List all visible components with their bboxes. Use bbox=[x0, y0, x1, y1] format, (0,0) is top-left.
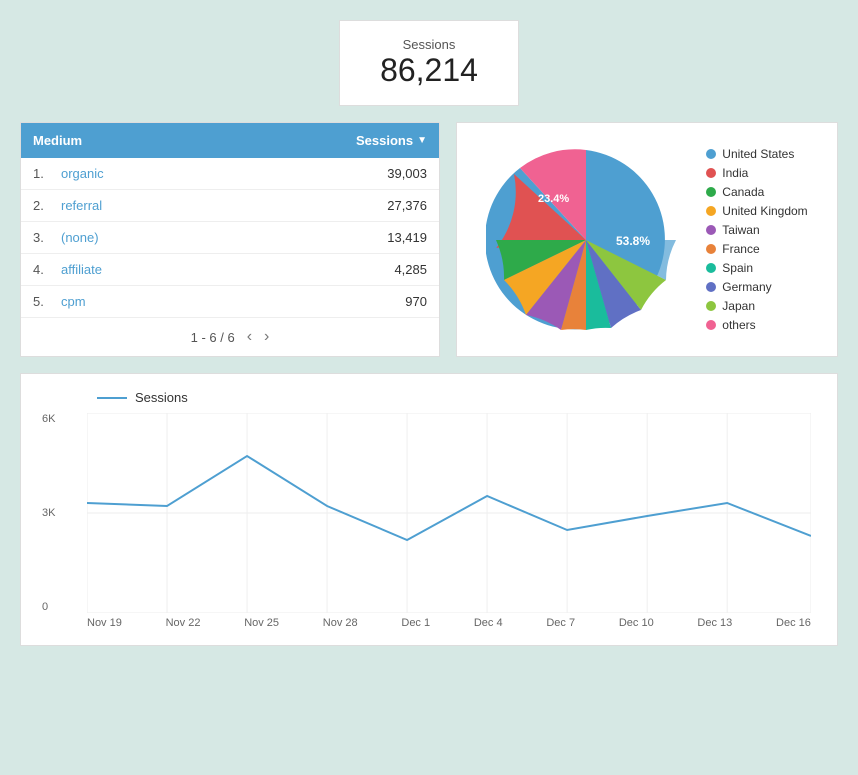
medium-table: Medium Sessions ▼ 1. organic 39,003 2. r… bbox=[20, 122, 440, 357]
svg-text:23.4%: 23.4% bbox=[538, 193, 569, 205]
legend-dot bbox=[706, 225, 716, 235]
row-num: 5. bbox=[33, 294, 61, 309]
legend-item: Germany bbox=[706, 280, 807, 294]
x-axis-label: Dec 7 bbox=[546, 617, 575, 629]
sort-icon: ▼ bbox=[417, 135, 427, 146]
legend-dot bbox=[706, 320, 716, 330]
legend-item: others bbox=[706, 318, 807, 332]
table-row: 1. organic 39,003 bbox=[21, 158, 439, 190]
col-medium-header: Medium bbox=[21, 123, 344, 158]
legend-label: France bbox=[722, 242, 759, 256]
x-axis-label: Nov 25 bbox=[244, 617, 279, 629]
pie-chart-card: 53.8% 23.4% United States India Canada U… bbox=[456, 122, 838, 357]
legend-dot bbox=[706, 282, 716, 292]
legend-label: India bbox=[722, 166, 748, 180]
x-axis-label: Dec 10 bbox=[619, 617, 654, 629]
legend-item: Taiwan bbox=[706, 223, 807, 237]
y-axis: 0 3K 6K bbox=[42, 413, 55, 613]
legend-item: United States bbox=[706, 147, 807, 161]
pagination-label: 1 - 6 / 6 bbox=[191, 330, 235, 345]
x-axis: Nov 19 Nov 22 Nov 25 Nov 28 Dec 1 Dec 4 Dec 7 D… bbox=[87, 617, 811, 629]
col-sessions-header: Sessions ▼ bbox=[344, 123, 439, 158]
legend-item: India bbox=[706, 166, 807, 180]
legend-dot bbox=[706, 263, 716, 273]
legend-dot bbox=[706, 206, 716, 216]
table-rows: 1. organic 39,003 2. referral 27,376 3. … bbox=[21, 158, 439, 318]
legend-label: Spain bbox=[722, 261, 753, 275]
x-axis-label: Nov 19 bbox=[87, 617, 122, 629]
legend-dot bbox=[706, 244, 716, 254]
pie-chart: 53.8% 23.4% bbox=[486, 140, 686, 340]
sessions-card: Sessions 86,214 bbox=[339, 20, 519, 106]
x-axis-label: Nov 22 bbox=[166, 617, 201, 629]
row-medium[interactable]: cpm bbox=[61, 294, 405, 309]
chart-title: Sessions bbox=[97, 390, 821, 405]
row-sessions: 4,285 bbox=[394, 262, 427, 277]
x-axis-label: Dec 1 bbox=[401, 617, 430, 629]
legend-label: Japan bbox=[722, 299, 755, 313]
legend-dot bbox=[706, 149, 716, 159]
y-label-3k: 3K bbox=[42, 507, 55, 519]
legend-item: United Kingdom bbox=[706, 204, 807, 218]
legend-label: United Kingdom bbox=[722, 204, 807, 218]
row-sessions: 970 bbox=[405, 294, 427, 309]
chart-line-sample bbox=[97, 397, 127, 399]
y-label-6k: 6K bbox=[42, 413, 55, 425]
legend-item: France bbox=[706, 242, 807, 256]
chart-area: 0 3K 6K bbox=[87, 413, 811, 613]
pie-container: 53.8% 23.4% United States India Canada U… bbox=[486, 140, 807, 340]
row-num: 4. bbox=[33, 262, 61, 277]
legend-item: Japan bbox=[706, 299, 807, 313]
table-pagination: 1 - 6 / 6 ‹ › bbox=[21, 318, 439, 356]
legend-dot bbox=[706, 301, 716, 311]
x-axis-label: Dec 4 bbox=[474, 617, 503, 629]
legend-label: Germany bbox=[722, 280, 771, 294]
row-sessions: 27,376 bbox=[387, 198, 427, 213]
legend-dot bbox=[706, 187, 716, 197]
row-num: 1. bbox=[33, 166, 61, 181]
line-chart-card: Sessions 0 3K 6K Nov 19Nov 22Nov bbox=[20, 373, 838, 646]
table-row: 5. cpm 970 bbox=[21, 286, 439, 318]
chart-svg bbox=[87, 413, 811, 613]
chart-title-label: Sessions bbox=[135, 390, 188, 405]
row-sessions: 39,003 bbox=[387, 166, 427, 181]
x-axis-label: Dec 13 bbox=[697, 617, 732, 629]
legend-label: Canada bbox=[722, 185, 764, 199]
table-row: 2. referral 27,376 bbox=[21, 190, 439, 222]
pagination-prev[interactable]: ‹ bbox=[247, 328, 252, 346]
sessions-value: 86,214 bbox=[380, 52, 478, 89]
row-num: 3. bbox=[33, 230, 61, 245]
row-medium[interactable]: organic bbox=[61, 166, 387, 181]
legend-item: Canada bbox=[706, 185, 807, 199]
table-header: Medium Sessions ▼ bbox=[21, 123, 439, 158]
row-medium[interactable]: affiliate bbox=[61, 262, 394, 277]
y-label-0: 0 bbox=[42, 601, 55, 613]
x-axis-label: Nov 28 bbox=[323, 617, 358, 629]
row-medium[interactable]: referral bbox=[61, 198, 387, 213]
sessions-card-container: Sessions 86,214 bbox=[20, 20, 838, 106]
svg-text:53.8%: 53.8% bbox=[616, 234, 650, 248]
pagination-next[interactable]: › bbox=[264, 328, 269, 346]
legend-label: Taiwan bbox=[722, 223, 759, 237]
legend-item: Spain bbox=[706, 261, 807, 275]
row-sessions: 13,419 bbox=[387, 230, 427, 245]
row-medium[interactable]: (none) bbox=[61, 230, 387, 245]
legend-dot bbox=[706, 168, 716, 178]
x-axis-label: Dec 16 bbox=[776, 617, 811, 629]
table-row: 4. affiliate 4,285 bbox=[21, 254, 439, 286]
pie-legend: United States India Canada United Kingdo… bbox=[706, 147, 807, 332]
legend-label: United States bbox=[722, 147, 794, 161]
table-row: 3. (none) 13,419 bbox=[21, 222, 439, 254]
row-num: 2. bbox=[33, 198, 61, 213]
legend-label: others bbox=[722, 318, 755, 332]
sessions-label: Sessions bbox=[380, 37, 478, 52]
middle-section: Medium Sessions ▼ 1. organic 39,003 2. r… bbox=[20, 122, 838, 357]
